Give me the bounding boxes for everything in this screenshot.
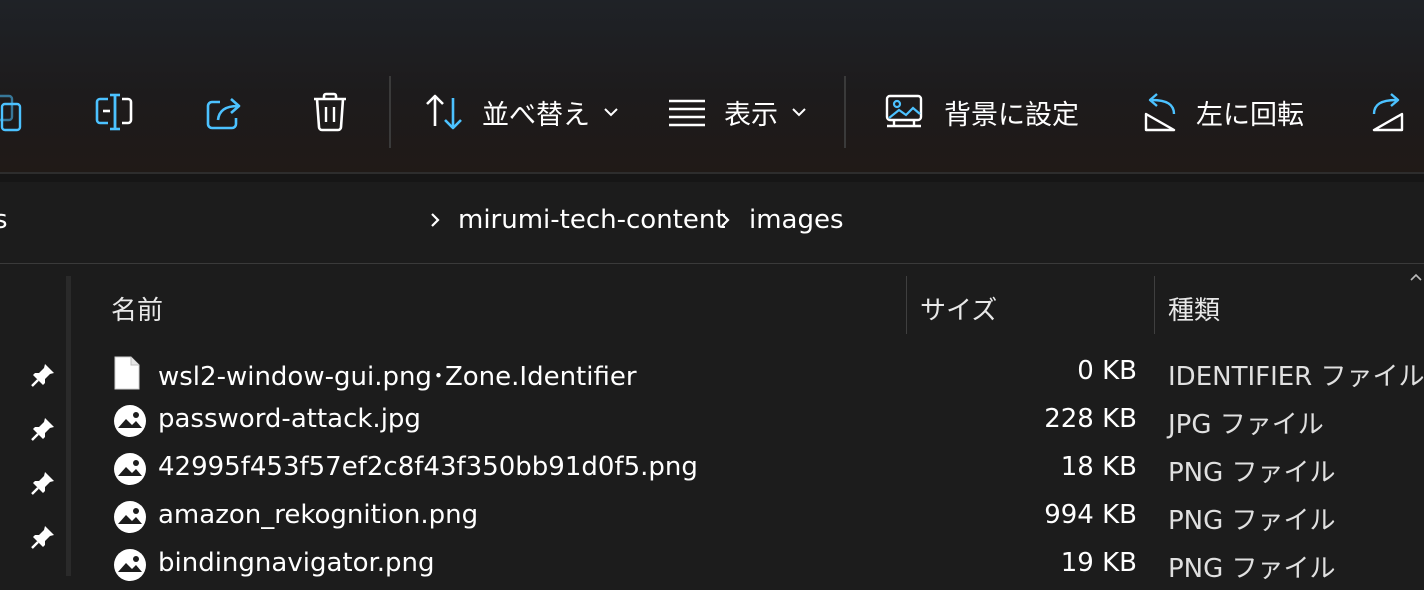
set-background-label: 背景に設定 [944,99,1079,131]
rotate-left-icon [1144,93,1176,132]
file-type: PNG ファイル [1168,506,1336,536]
file-name: password-attack.jpg [158,404,421,434]
breadcrumb-partial[interactable]: s [0,205,8,235]
column-header-size[interactable]: サイズ [920,290,997,327]
file-type: PNG ファイル [1168,458,1336,488]
chevron-right-icon[interactable] [719,212,731,228]
copy-button[interactable] [0,90,26,134]
file-size: 0 KB [1077,356,1137,386]
toolbar-strip [0,174,1424,182]
pin-icon[interactable] [30,524,56,550]
desktop-background-icon [885,94,923,128]
breadcrumb-item[interactable]: images [749,205,844,235]
rename-button[interactable] [94,90,134,134]
file-row[interactable]: amazon_rekognition.png 994 KB PNG ファイル [71,494,1424,542]
rotate-left-label: 左に回転 [1196,99,1304,131]
share-icon [206,98,241,130]
trash-icon [314,92,346,132]
chevron-right-icon[interactable] [429,212,441,228]
file-row[interactable]: 42995f453f57ef2c8f43f350bb91d0f5.png 18 … [71,446,1424,494]
pin-icon[interactable] [30,362,56,388]
rotate-right-button[interactable] [1370,90,1406,134]
sort-icon [426,94,462,130]
toolbar-separator [844,76,846,148]
file-type: PNG ファイル [1168,554,1336,584]
image-icon [114,453,146,485]
view-button[interactable]: 表示 [668,90,806,134]
scroll-up-icon[interactable] [1410,272,1422,282]
file-name: wsl2-window-gui.png･Zone.Identifier [158,362,637,392]
toolbar-separator [389,76,391,148]
file-type: JPG ファイル [1168,410,1324,440]
rotate-right-icon [1372,93,1404,132]
column-header-name[interactable]: 名前 [111,290,163,327]
file-name: amazon_rekognition.png [158,500,479,530]
view-label: 表示 [724,99,778,131]
delete-button[interactable] [312,90,348,134]
file-icon [114,356,140,390]
file-row[interactable]: password-attack.jpg 228 KB JPG ファイル [71,398,1424,446]
share-button[interactable] [204,90,244,134]
breadcrumb-item[interactable]: mirumi-tech-content [458,205,726,235]
sort-button[interactable]: 並べ替え [424,90,618,134]
sort-label: 並べ替え [482,99,590,131]
command-bar [0,0,1424,172]
rename-icon [95,93,133,131]
file-name: 42995f453f57ef2c8f43f350bb91d0f5.png [158,452,698,482]
file-size: 994 KB [1044,500,1137,530]
column-resize-handle[interactable] [1154,276,1155,334]
file-size: 18 KB [1060,452,1137,482]
chevron-down-icon [792,108,806,117]
copy-icon [0,94,22,132]
rotate-left-button[interactable]: 左に回転 [1142,90,1304,134]
list-view-icon [669,99,705,127]
image-icon [114,405,146,437]
column-resize-handle[interactable] [906,276,907,334]
file-row[interactable]: bindingnavigator.png 19 KB PNG ファイル [71,542,1424,590]
file-row[interactable]: wsl2-window-gui.png･Zone.Identifier 0 KB… [71,350,1424,398]
pin-icon[interactable] [30,470,56,496]
file-name: bindingnavigator.png [158,548,435,578]
file-size: 228 KB [1044,404,1137,434]
pin-icon[interactable] [30,416,56,442]
image-icon [114,501,146,533]
column-header-type[interactable]: 種類 [1168,290,1220,327]
chevron-down-icon [604,108,618,117]
set-background-button[interactable]: 背景に設定 [884,90,1079,134]
image-icon [114,549,146,581]
file-size: 19 KB [1060,548,1137,578]
file-type: IDENTIFIER ファイル [1168,362,1424,392]
